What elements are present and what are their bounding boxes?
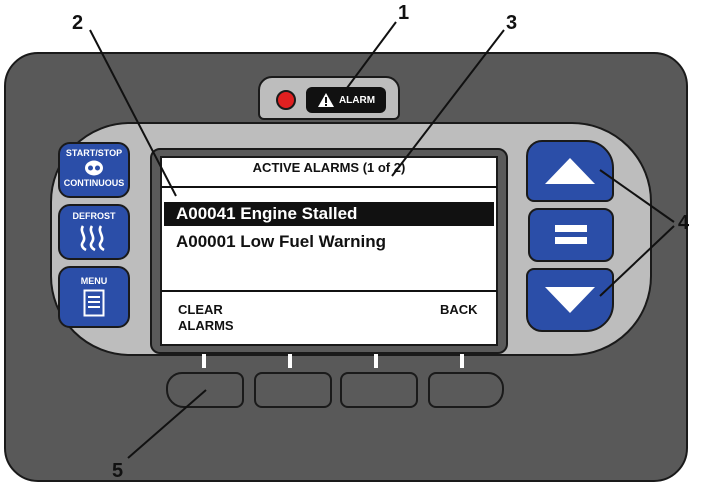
callout-2-leader bbox=[89, 29, 177, 197]
callout-4-leader-down bbox=[599, 225, 675, 297]
callout-2-number: 2 bbox=[72, 12, 84, 34]
callout-3-leader bbox=[391, 29, 505, 177]
callout-4-number: 4 bbox=[678, 212, 690, 234]
callout-1-leader bbox=[343, 21, 397, 93]
callout-3-number: 3 bbox=[506, 12, 518, 34]
callout-5-leader bbox=[127, 389, 207, 459]
callout-1-number: 1 bbox=[398, 2, 410, 24]
callout-4-leader-up bbox=[599, 169, 675, 223]
callout-leaders bbox=[89, 21, 675, 459]
callout-5-number: 5 bbox=[112, 460, 124, 482]
